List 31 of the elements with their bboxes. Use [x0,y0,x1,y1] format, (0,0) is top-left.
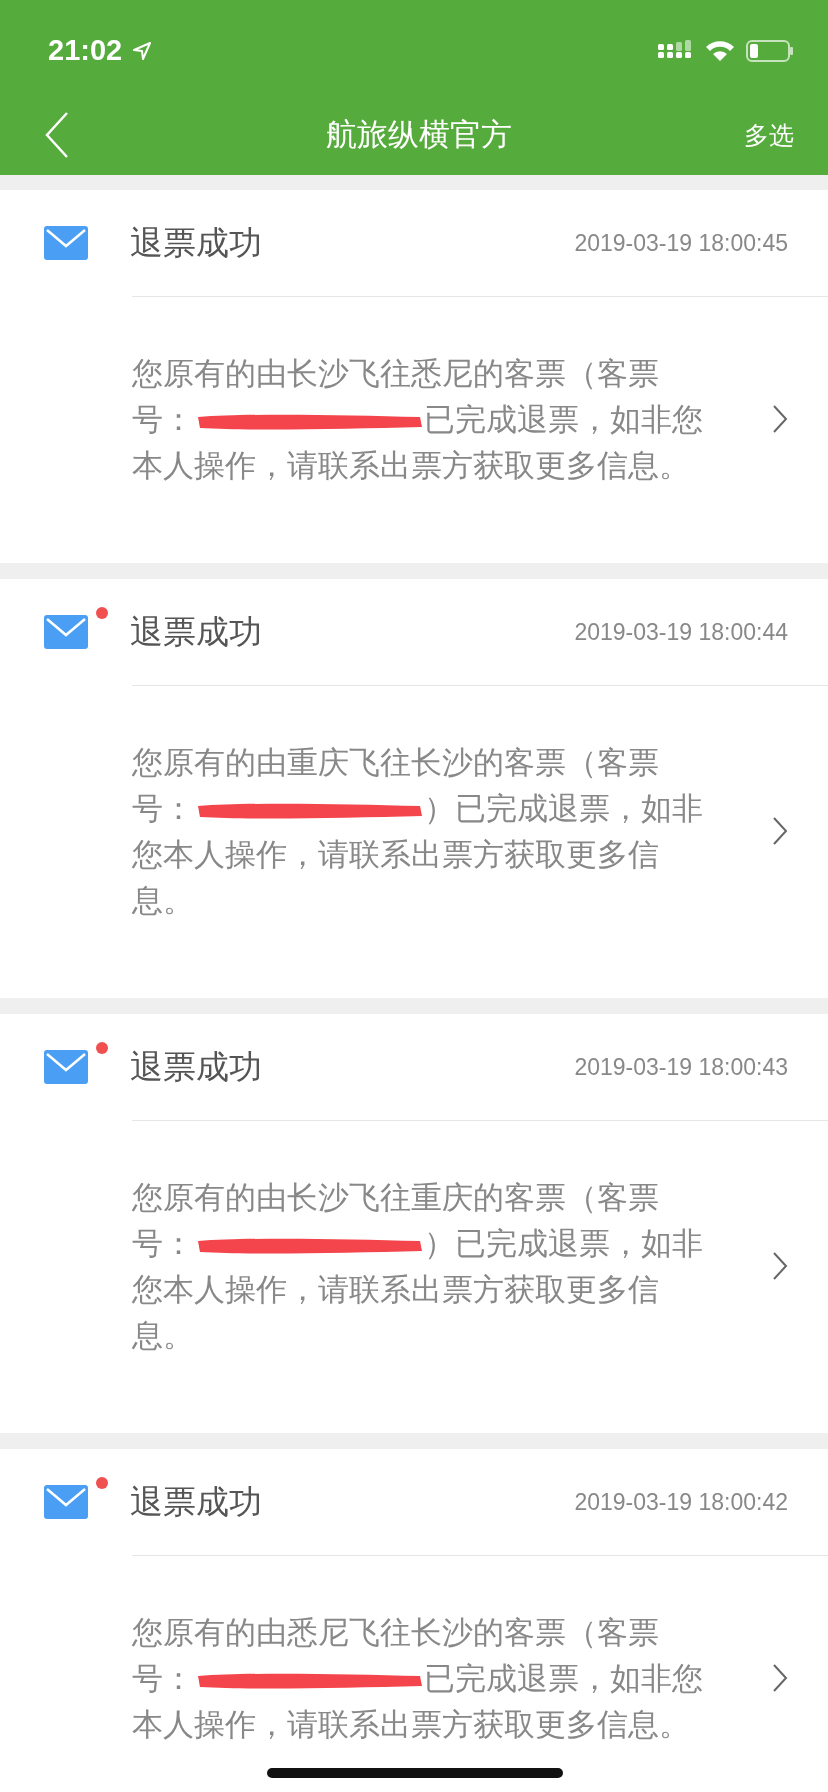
message-body: 您原有的由悉尼飞往长沙的客票（客票号： 已完成退票，如非您本人操作，请联系出票方获取更多信息。 [132,1613,704,1744]
message-body: 您原有的由长沙飞往重庆的客票（客票号： ）已完成退票，如非您本人操作，请联系出票方获取更多信息。 [132,1178,704,1355]
chevron-right-icon [772,1663,788,1693]
back-button[interactable] [44,111,70,159]
message-body: 您原有的由重庆飞往长沙的客票（客票号： ）已完成退票，如非您本人操作，请联系出票方获取更多信息。 [132,743,704,920]
envelope-icon [44,226,88,260]
message-time: 2019-03-19 18:00:42 [574,1488,788,1516]
message-card[interactable]: 退票成功 2019-03-19 18:00:42 您原有的由悉尼飞往长沙的客票（客票号： 已完成退票，如非您本人操作，请联系出票方获取更多信息。 [0,1449,828,1792]
message-title: 退票成功 [130,221,262,264]
message-time: 2019-03-19 18:00:43 [574,1053,788,1081]
chevron-right-icon [772,816,788,846]
status-time: 21:02 [48,34,123,67]
message-time: 2019-03-19 18:00:45 [574,229,788,257]
message-card[interactable]: 退票成功 2019-03-19 18:00:45 您原有的由长沙飞往悉尼的客票（客票号： 已完成退票，如非您本人操作，请联系出票方获取更多信息。 [0,190,828,563]
page-title: 航旅纵横官方 [326,115,512,154]
message-card[interactable]: 退票成功 2019-03-19 18:00:43 您原有的由长沙飞往重庆的客票（客票号： ）已完成退票，如非您本人操作，请联系出票方获取更多信息。 [0,1014,828,1433]
chevron-right-icon [772,404,788,434]
back-icon [44,111,70,159]
battery-icon [746,38,794,63]
message-body: 您原有的由长沙飞往悉尼的客票（客票号： 已完成退票，如非您本人操作，请联系出票方获取更多信息。 [132,354,704,485]
message-title: 退票成功 [130,610,262,653]
location-arrow-icon [132,40,153,61]
envelope-icon [44,1050,88,1084]
message-title: 退票成功 [130,1480,262,1523]
message-title: 退票成功 [130,1045,262,1088]
envelope-icon [44,615,88,649]
message-time: 2019-03-19 18:00:44 [574,618,788,646]
chevron-right-icon [772,1251,788,1281]
message-card[interactable]: 退票成功 2019-03-19 18:00:44 您原有的由重庆飞往长沙的客票（客票号： ）已完成退票，如非您本人操作，请联系出票方获取更多信息。 [0,579,828,998]
envelope-icon [44,1485,88,1519]
wifi-icon [704,38,736,63]
